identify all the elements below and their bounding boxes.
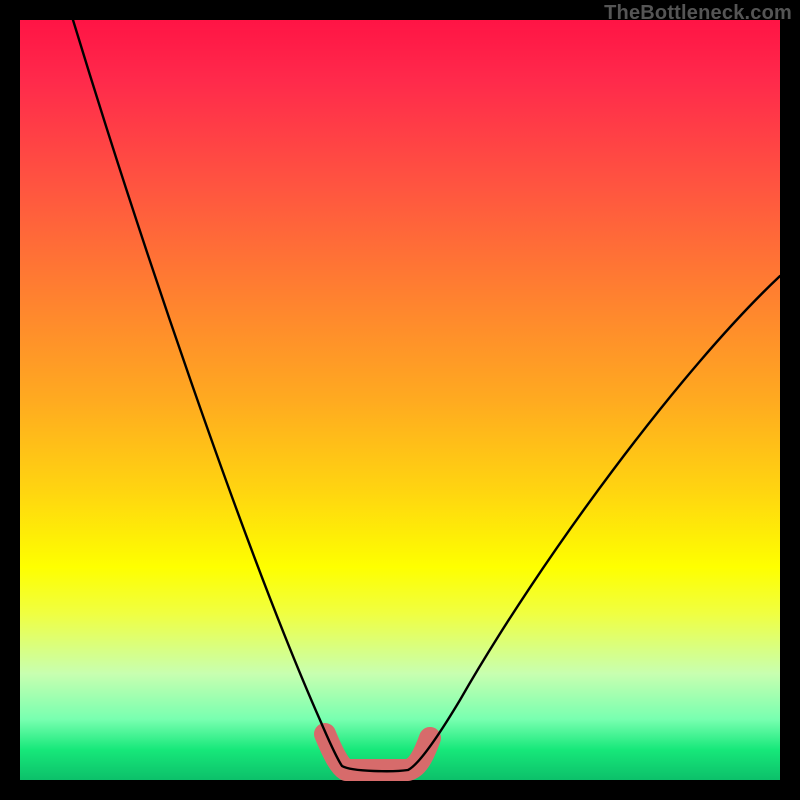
main-curve [73,20,780,771]
attribution-text: TheBottleneck.com [604,2,792,25]
chart-svg [20,20,780,780]
chart-frame [20,20,780,780]
